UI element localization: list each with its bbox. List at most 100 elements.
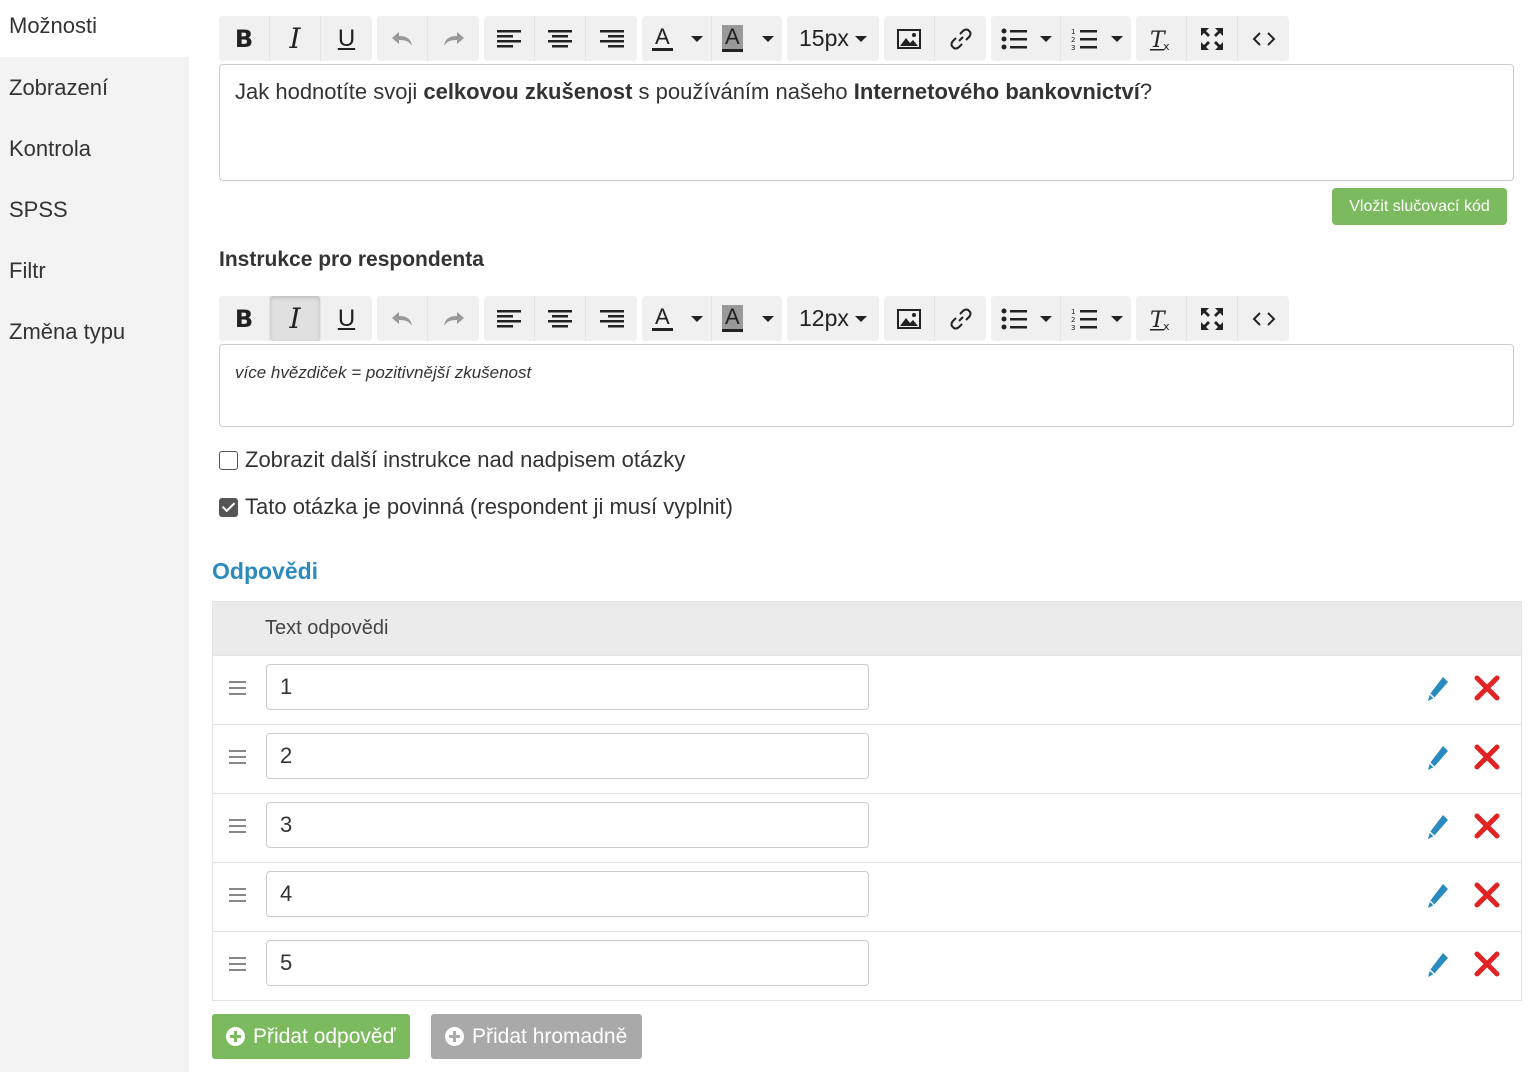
pencil-icon[interactable] xyxy=(1425,950,1451,980)
align-right-button[interactable] xyxy=(586,16,637,61)
undo-icon xyxy=(392,31,412,46)
column-header-answer-text: Text odpovědi xyxy=(265,617,389,639)
chevron-down-icon xyxy=(1111,316,1123,322)
checkbox-label: Zobrazit další instrukce nad nadpisem ot… xyxy=(245,447,686,472)
undo-icon xyxy=(392,311,412,326)
delete-icon[interactable] xyxy=(1473,881,1501,909)
drag-handle-icon[interactable] xyxy=(229,888,246,906)
pencil-icon[interactable] xyxy=(1425,881,1451,911)
sidebar-item-zmena-typu[interactable]: Změna typu xyxy=(0,301,189,362)
numbered-list-button[interactable]: 123 xyxy=(1061,16,1131,61)
answer-text-input[interactable] xyxy=(266,871,869,917)
show-extra-instructions-checkbox[interactable] xyxy=(219,450,238,470)
sidebar: Možnosti Zobrazení Kontrola SPSS Filtr Z… xyxy=(0,0,189,1072)
clear-format-icon: Tx xyxy=(1150,308,1170,331)
insert-image-button[interactable] xyxy=(884,296,935,341)
chevron-down-icon xyxy=(1111,36,1123,42)
question-text-editor[interactable]: Jak hodnotíte svoji celkovou zkušenost s… xyxy=(219,64,1514,181)
answer-text-input[interactable] xyxy=(266,733,869,779)
answer-text-input[interactable] xyxy=(266,664,869,710)
bold-button[interactable]: B xyxy=(219,16,270,61)
align-left-icon xyxy=(497,29,521,47)
question-text: s používáním našeho xyxy=(632,79,854,104)
svg-text:3: 3 xyxy=(1071,44,1075,51)
sidebar-item-spss[interactable]: SPSS xyxy=(0,179,189,240)
insert-link-button[interactable] xyxy=(935,296,986,341)
font-size-dropdown[interactable]: 15px xyxy=(787,16,879,61)
chevron-down-icon xyxy=(762,36,774,42)
sidebar-item-filtr[interactable]: Filtr xyxy=(0,240,189,301)
drag-handle-icon[interactable] xyxy=(229,681,246,699)
fullscreen-button[interactable] xyxy=(1187,296,1238,341)
align-center-button[interactable] xyxy=(535,296,586,341)
redo-button[interactable] xyxy=(428,296,479,341)
clear-format-button[interactable]: Tx xyxy=(1136,16,1187,61)
plus-circle-icon xyxy=(226,1027,245,1046)
add-bulk-button[interactable]: Přidat hromadně xyxy=(431,1014,642,1059)
font-size-dropdown[interactable]: 12px xyxy=(787,296,879,341)
align-left-button[interactable] xyxy=(484,16,535,61)
align-center-button[interactable] xyxy=(535,16,586,61)
align-right-button[interactable] xyxy=(586,296,637,341)
instructions-label: Instrukce pro respondenta xyxy=(219,248,484,271)
pencil-icon[interactable] xyxy=(1425,812,1451,842)
drag-handle-icon[interactable] xyxy=(229,750,246,768)
underline-button[interactable]: U xyxy=(321,16,372,61)
insert-merge-code-button[interactable]: Vložit slučovací kód xyxy=(1332,188,1507,225)
underline-button[interactable]: U xyxy=(321,296,372,341)
underline-icon: U xyxy=(337,24,356,52)
pencil-icon[interactable] xyxy=(1425,743,1451,773)
table-row xyxy=(213,655,1521,724)
bullet-list-button[interactable] xyxy=(991,16,1061,61)
instructions-text-editor[interactable]: více hvězdiček = pozitivnější zkušenost xyxy=(219,344,1514,427)
background-color-button[interactable]: A xyxy=(712,296,782,341)
numbered-list-button[interactable]: 123 xyxy=(1061,296,1131,341)
sidebar-item-zobrazeni[interactable]: Zobrazení xyxy=(0,57,189,118)
italic-button[interactable]: I xyxy=(270,16,321,61)
table-row xyxy=(213,862,1521,931)
undo-button[interactable] xyxy=(377,16,428,61)
numbered-list-icon: 123 xyxy=(1071,308,1097,331)
drag-handle-icon[interactable] xyxy=(229,957,246,975)
background-color-icon: A xyxy=(722,305,743,332)
bold-button[interactable]: B xyxy=(219,296,270,341)
insert-link-button[interactable] xyxy=(935,16,986,61)
fullscreen-icon xyxy=(1201,307,1223,330)
answer-text-input[interactable] xyxy=(266,940,869,986)
answer-text-input[interactable] xyxy=(266,802,869,848)
clear-format-button[interactable]: Tx xyxy=(1136,296,1187,341)
redo-icon xyxy=(443,31,464,46)
table-row xyxy=(213,931,1521,1000)
undo-button[interactable] xyxy=(377,296,428,341)
sidebar-item-kontrola[interactable]: Kontrola xyxy=(0,118,189,179)
delete-icon[interactable] xyxy=(1473,812,1501,840)
insert-image-button[interactable] xyxy=(884,16,935,61)
align-left-button[interactable] xyxy=(484,296,535,341)
add-answer-button[interactable]: Přidat odpověď xyxy=(212,1014,410,1059)
align-center-icon xyxy=(548,29,572,47)
drag-handle-icon[interactable] xyxy=(229,819,246,837)
align-right-icon xyxy=(599,29,624,47)
image-icon xyxy=(897,28,921,49)
code-view-button[interactable] xyxy=(1238,16,1289,61)
code-icon xyxy=(1252,311,1275,326)
font-color-button[interactable]: A xyxy=(642,16,712,61)
code-icon xyxy=(1252,31,1275,46)
link-icon xyxy=(950,28,971,49)
required-question-checkbox[interactable] xyxy=(219,497,238,517)
pencil-icon[interactable] xyxy=(1425,674,1451,704)
bullet-list-icon xyxy=(1001,28,1027,49)
background-color-button[interactable]: A xyxy=(712,16,782,61)
delete-icon[interactable] xyxy=(1473,950,1501,978)
sidebar-item-moznosti[interactable]: Možnosti xyxy=(0,0,189,57)
svg-text:1: 1 xyxy=(1071,308,1075,316)
italic-button[interactable]: I xyxy=(270,296,321,341)
delete-icon[interactable] xyxy=(1473,743,1501,771)
code-view-button[interactable] xyxy=(1238,296,1289,341)
bullet-list-button[interactable] xyxy=(991,296,1061,341)
font-color-button[interactable]: A xyxy=(642,296,712,341)
redo-button[interactable] xyxy=(428,16,479,61)
redo-icon xyxy=(443,311,464,326)
delete-icon[interactable] xyxy=(1473,674,1501,702)
fullscreen-button[interactable] xyxy=(1187,16,1238,61)
